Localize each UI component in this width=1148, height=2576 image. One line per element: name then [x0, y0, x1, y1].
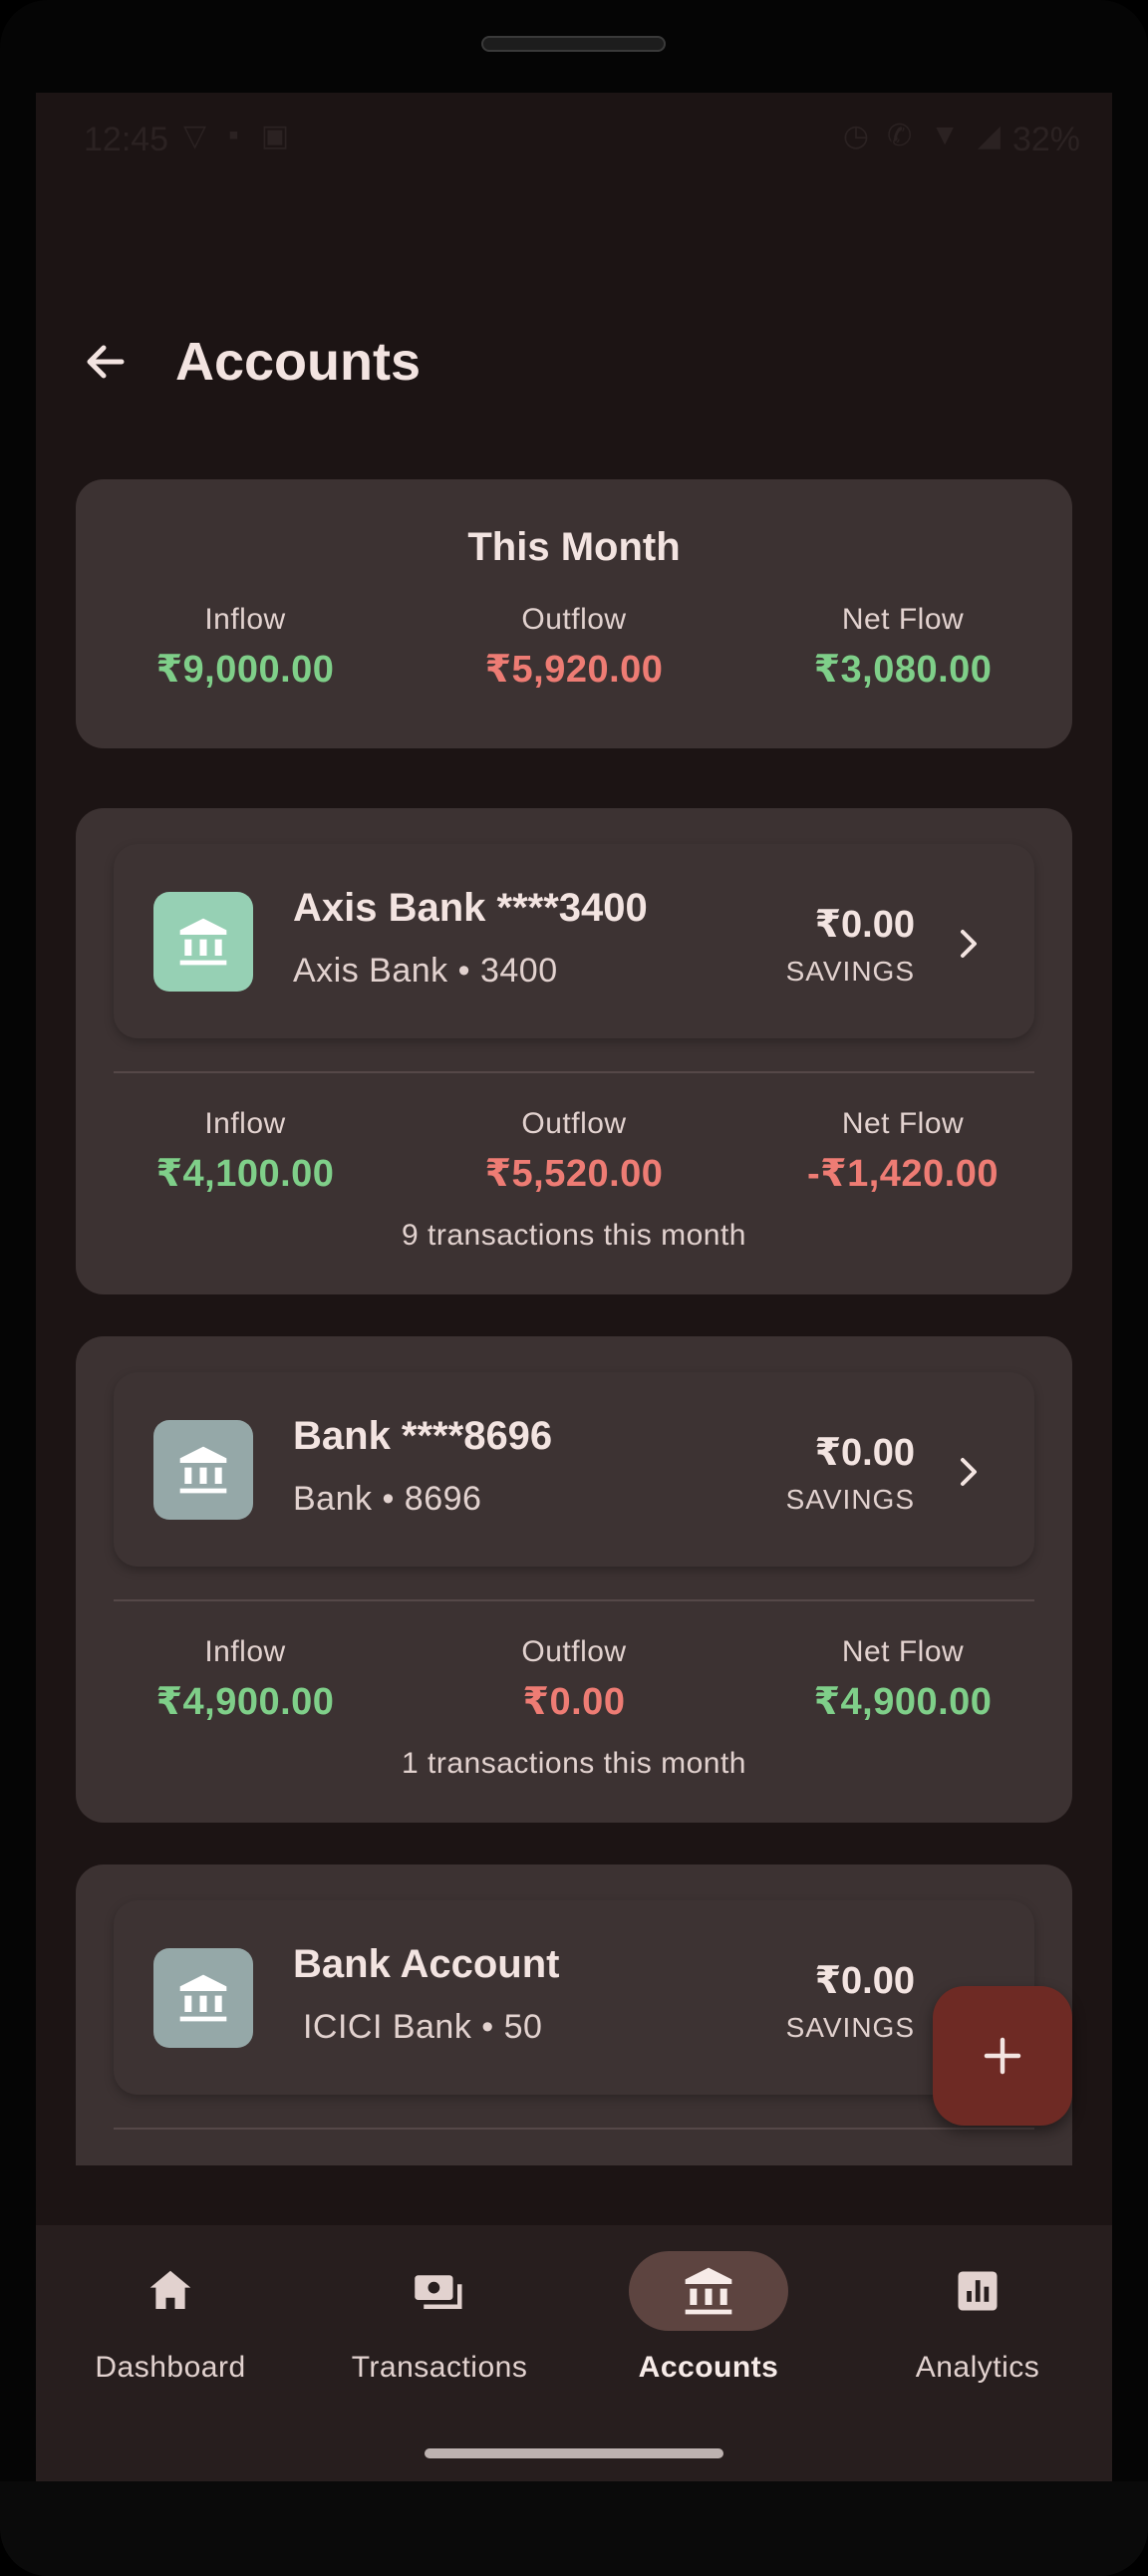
- status-left-icons: ▽ ▪ ▣: [183, 119, 289, 153]
- status-bar: 12:45 ▽ ▪ ▣ ◷ ✆ ▼ ◢ 32%: [36, 93, 1112, 182]
- bank-icon: [179, 1974, 227, 2022]
- net-flow-label: Net Flow: [841, 1635, 965, 1668]
- nav-label: Accounts: [638, 2351, 779, 2384]
- outflow-label: Outflow: [521, 603, 627, 636]
- plus-icon: [984, 2037, 1021, 2075]
- nav-item-transactions[interactable]: Transactions: [305, 2251, 574, 2431]
- card-icon: ▪: [228, 119, 239, 151]
- transaction-count: 9 transactions this month: [401, 1219, 746, 1252]
- divider: [114, 2128, 1034, 2130]
- account-card: Bank ****8696 Bank • 8696 ₹0.00 SAVINGS …: [76, 1336, 1072, 1823]
- nav-item-dashboard[interactable]: Dashboard: [36, 2251, 305, 2431]
- signal-icon: ◢: [977, 120, 1001, 152]
- chevron-right-icon: [961, 1458, 977, 1486]
- nav-label: Transactions: [351, 2351, 528, 2384]
- status-right-icons: ◷ ✆ ▼ ◢: [843, 119, 1001, 153]
- divider: [114, 1071, 1034, 1073]
- bank-icon: [685, 2267, 732, 2315]
- nav-label: Dashboard: [95, 2351, 246, 2384]
- divider: [114, 1599, 1034, 1601]
- account-inflow: Inflow ₹4,900.00: [96, 1635, 395, 1724]
- summary-outflow: Outflow ₹5,920.00: [425, 603, 723, 692]
- account-subtitle: Axis Bank • 3400: [293, 952, 558, 990]
- arrow-back-icon: [87, 345, 125, 379]
- net-flow-value: ₹3,080.00: [813, 649, 993, 691]
- account-subtitle: ICICI Bank • 50: [293, 2008, 543, 2046]
- account-type: SAVINGS: [785, 2012, 915, 2043]
- account-balance: ₹0.00: [814, 904, 915, 946]
- home-icon: [149, 2270, 191, 2309]
- account-icon-tile: [153, 1948, 253, 2048]
- vpn-icon: ▽: [183, 120, 207, 152]
- battery-level: 32%: [1011, 121, 1080, 158]
- account-balance: ₹0.00: [814, 1960, 915, 2002]
- account-net-flow: Net Flow ₹4,900.00: [753, 1635, 1052, 1724]
- add-account-button[interactable]: [933, 1986, 1072, 2126]
- account-icon-tile: [153, 892, 253, 992]
- summary-net-flow: Net Flow ₹3,080.00: [753, 603, 1052, 692]
- bottom-navigation: Dashboard Transactions Accounts Analytic…: [36, 2225, 1112, 2484]
- nav-icon-container: [898, 2251, 1057, 2331]
- account-header[interactable]: Bank ****8696 Bank • 8696 ₹0.00 SAVINGS: [114, 1372, 1034, 1567]
- account-outflow: Outflow ₹0.00: [425, 1635, 723, 1724]
- account-type: SAVINGS: [785, 956, 915, 987]
- nav-icon-container: [629, 2251, 788, 2331]
- account-outflow: Outflow ₹5,520.00: [425, 1107, 723, 1196]
- nav-icon-container: [91, 2251, 250, 2331]
- summary-inflow: Inflow ₹9,000.00: [96, 603, 395, 692]
- bottom-bezel: [0, 2481, 1148, 2576]
- chevron-right-icon: [961, 930, 977, 958]
- net-flow-label: Net Flow: [841, 603, 965, 636]
- monthly-summary-card: This Month Inflow ₹9,000.00 Outflow ₹5,9…: [76, 479, 1072, 748]
- nav-label: Analytics: [915, 2351, 1040, 2384]
- outflow-label: Outflow: [521, 1107, 627, 1140]
- nav-item-analytics[interactable]: Analytics: [843, 2251, 1112, 2431]
- account-card: Bank Account ICICI Bank • 50 ₹0.00 SAVIN…: [76, 1864, 1072, 2165]
- outflow-value: ₹5,520.00: [484, 1153, 664, 1195]
- status-time: 12:45: [84, 121, 169, 158]
- inflow-label: Inflow: [204, 603, 286, 636]
- alarm-icon: ◷: [842, 120, 870, 152]
- account-name: Bank ****8696: [293, 1414, 553, 1458]
- outflow-value: ₹0.00: [522, 1681, 626, 1723]
- inflow-value: ₹9,000.00: [155, 649, 335, 691]
- earpiece-speaker: [481, 36, 666, 52]
- gesture-home-indicator[interactable]: [425, 2448, 723, 2458]
- account-icon-tile: [153, 1420, 253, 1520]
- account-type: SAVINGS: [785, 1484, 915, 1515]
- wifi-call-icon: ✆: [887, 120, 913, 152]
- account-name: Bank Account: [293, 1942, 560, 1986]
- bank-icon: [179, 1446, 227, 1494]
- inflow-value: ₹4,900.00: [155, 1681, 335, 1723]
- account-net-flow: Net Flow -₹1,420.00: [753, 1107, 1052, 1196]
- account-name: Axis Bank ****3400: [293, 886, 648, 930]
- payments-icon: [415, 2275, 462, 2309]
- phone-frame: 12:45 ▽ ▪ ▣ ◷ ✆ ▼ ◢ 32% Accounts This Mo…: [0, 0, 1148, 2576]
- account-header[interactable]: Bank Account ICICI Bank • 50 ₹0.00 SAVIN…: [114, 1900, 1034, 2095]
- account-card: Axis Bank ****3400 Axis Bank • 3400 ₹0.0…: [76, 808, 1072, 1294]
- cast-icon: ▣: [260, 120, 290, 152]
- nav-icon-container: [360, 2251, 519, 2331]
- net-flow-value: ₹4,900.00: [813, 1681, 993, 1723]
- inflow-label: Inflow: [204, 1107, 286, 1140]
- transaction-count: 1 transactions this month: [401, 1747, 746, 1780]
- net-flow-value: -₹1,420.00: [806, 1153, 999, 1195]
- page-title: Accounts: [175, 332, 422, 392]
- inflow-value: ₹4,100.00: [155, 1153, 335, 1195]
- outflow-label: Outflow: [521, 1635, 627, 1668]
- account-balance: ₹0.00: [814, 1432, 915, 1474]
- account-inflow: Inflow ₹4,100.00: [96, 1107, 395, 1196]
- account-header[interactable]: Axis Bank ****3400 Axis Bank • 3400 ₹0.0…: [114, 844, 1034, 1038]
- app-screen: 12:45 ▽ ▪ ▣ ◷ ✆ ▼ ◢ 32% Accounts This Mo…: [36, 93, 1112, 2484]
- analytics-icon: [958, 2271, 998, 2311]
- account-subtitle: Bank • 8696: [293, 1480, 482, 1518]
- summary-title: This Month: [467, 525, 681, 569]
- inflow-label: Inflow: [204, 1635, 286, 1668]
- outflow-value: ₹5,920.00: [484, 649, 664, 691]
- net-flow-label: Net Flow: [841, 1107, 965, 1140]
- wifi-icon: ▼: [930, 119, 960, 151]
- nav-item-accounts[interactable]: Accounts: [574, 2251, 843, 2431]
- back-button[interactable]: [76, 332, 136, 392]
- bank-icon: [179, 918, 227, 966]
